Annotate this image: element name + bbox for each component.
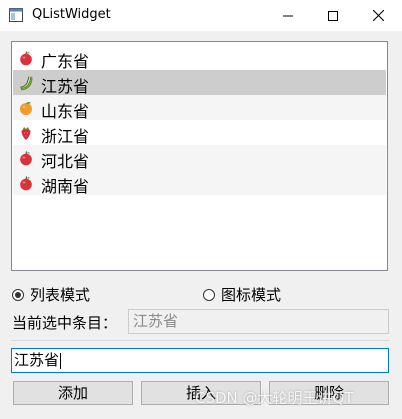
list-item-label: 湖南省	[41, 177, 90, 196]
list-item[interactable]: 浙江省	[13, 120, 386, 146]
orange-icon	[20, 102, 32, 115]
title-bar[interactable]: QListWidget	[0, 0, 402, 31]
add-button[interactable]: 添加	[13, 381, 133, 405]
current-item-label: 当前选中条目：	[12, 314, 118, 332]
list-item-label: 河北省	[41, 152, 90, 171]
item-text-value: 江苏省	[14, 351, 60, 369]
current-item-field: 江苏省	[128, 309, 389, 334]
apple-icon	[20, 51, 32, 66]
strawberry-icon	[21, 127, 31, 140]
icon-mode-radio[interactable]: 图标模式	[203, 284, 281, 305]
list-mode-label: 列表模式	[30, 286, 91, 304]
list-item[interactable]: 广东省	[13, 45, 386, 71]
maximize-button[interactable]	[310, 0, 356, 31]
radio-unchecked-indicator[interactable]	[203, 288, 215, 301]
maximize-icon	[328, 10, 338, 21]
list-item-selected[interactable]: 江苏省	[13, 70, 386, 96]
list-item-label: 江苏省	[41, 77, 90, 96]
apple-icon	[20, 151, 32, 166]
minimize-icon	[283, 15, 293, 16]
icon-mode-label: 图标模式	[221, 286, 282, 304]
window-title: QListWidget	[32, 7, 111, 22]
close-icon	[372, 10, 384, 21]
list-item[interactable]: 湖南省	[13, 170, 386, 196]
text-caret	[60, 352, 62, 369]
watermark: CSDN @大轮明王讲QT	[195, 389, 354, 407]
list-item[interactable]: 河北省	[13, 145, 386, 171]
list-mode-radio[interactable]: 列表模式	[12, 284, 90, 305]
minimize-button[interactable]	[265, 0, 311, 31]
app-icon	[9, 8, 23, 22]
apple-icon	[20, 176, 32, 191]
province-list[interactable]: 广东省 江苏省 山东省 浙江省 河北省 湖南省	[11, 41, 388, 271]
list-item-label: 山东省	[41, 102, 90, 121]
list-item[interactable]: 山东省	[13, 95, 386, 121]
item-text-input[interactable]: 江苏省	[11, 348, 389, 373]
list-item-label: 浙江省	[41, 127, 90, 146]
divider	[11, 340, 389, 341]
radio-checked-indicator[interactable]	[12, 288, 24, 301]
list-item-label: 广东省	[41, 52, 90, 71]
close-button[interactable]	[355, 0, 401, 31]
banana-icon	[20, 76, 33, 91]
